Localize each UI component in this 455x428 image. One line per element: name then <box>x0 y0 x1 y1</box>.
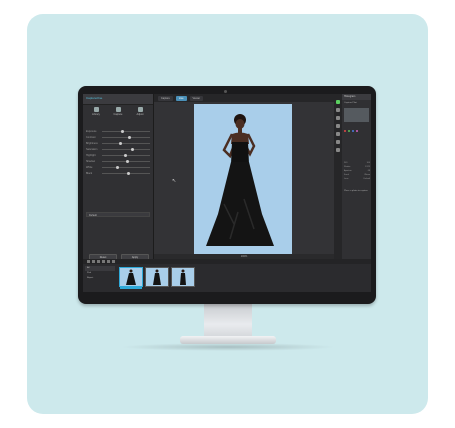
slider-track[interactable] <box>102 153 150 157</box>
webcam-dot <box>224 90 227 93</box>
slider-handle[interactable] <box>128 135 132 139</box>
slider-track[interactable] <box>102 135 150 139</box>
thumbnail-figure <box>153 269 161 285</box>
slider-track[interactable] <box>102 129 150 133</box>
tab-library[interactable]: Library <box>88 107 104 119</box>
thumbnail[interactable] <box>171 267 195 287</box>
monitor-shadow <box>120 343 336 351</box>
slider-track[interactable] <box>102 141 150 145</box>
slider-track[interactable] <box>102 159 150 163</box>
hand-icon[interactable] <box>336 140 340 144</box>
adjustment-sliders: Exposure Contrast Brightness Saturation … <box>86 128 150 176</box>
rotate-icon[interactable] <box>102 260 105 263</box>
slider-row[interactable]: Black <box>86 170 150 176</box>
preset-select[interactable]: Default <box>86 212 150 217</box>
filmstrip-sidebar: All Pick Reject <box>85 266 115 281</box>
mouse-cursor-icon: ↖ <box>172 178 177 184</box>
library-icon <box>93 107 99 112</box>
monitor-stand-base <box>180 336 276 344</box>
model-in-black-gown <box>206 114 274 246</box>
viewer-toolbar: Capture Live Viewer <box>154 94 334 102</box>
image-viewer[interactable]: ↖ <box>154 102 334 254</box>
thumbnail-figure <box>126 269 136 285</box>
adjust-icon <box>137 107 143 112</box>
tab-capture-view[interactable]: Capture <box>158 95 173 101</box>
star-icon[interactable] <box>107 260 110 263</box>
thumbnail[interactable] <box>119 267 143 289</box>
green-swatch-icon[interactable] <box>348 130 350 132</box>
slider-track[interactable] <box>102 171 150 175</box>
filmstrip: All Pick Reject <box>83 264 371 292</box>
picker-icon[interactable] <box>336 132 340 136</box>
slider-handle[interactable] <box>130 147 134 151</box>
zoom-icon[interactable] <box>336 148 340 152</box>
histogram-graph <box>344 108 369 122</box>
slider-handle[interactable] <box>126 159 129 163</box>
color-swatches <box>344 130 358 132</box>
thumbnail[interactable] <box>145 267 169 287</box>
magenta-swatch-icon[interactable] <box>356 130 358 132</box>
blue-swatch-icon[interactable] <box>352 130 354 132</box>
red-swatch-icon[interactable] <box>344 130 346 132</box>
tab-viewer[interactable]: Viewer <box>189 95 204 101</box>
slider-handle[interactable] <box>126 171 130 175</box>
grid-view-icon[interactable] <box>87 260 90 263</box>
thumbnail-figure <box>180 269 186 285</box>
histogram-header: Histogram <box>342 94 371 100</box>
monitor-stand-neck <box>204 304 252 338</box>
filter-reject[interactable]: Reject <box>85 276 115 281</box>
tab-capture[interactable]: Capture <box>110 107 126 119</box>
slider-handle[interactable] <box>116 165 120 169</box>
list-view-icon[interactable] <box>92 260 95 263</box>
capture-metadata: ISO 100 Shutter 1/125 Aperture f/8 Focal 85m… <box>344 162 370 182</box>
monitor: CaptureOne Library Capture Adjust Exposu… <box>78 86 376 304</box>
brush-icon[interactable] <box>336 116 340 120</box>
slider-handle[interactable] <box>123 153 127 157</box>
app-screen: CaptureOne Library Capture Adjust Exposu… <box>83 94 371 292</box>
camera-icon <box>115 107 121 112</box>
left-panel-tabs: Library Capture Adjust <box>85 106 151 120</box>
slider-track[interactable] <box>102 147 150 151</box>
meta-row: Lens Default <box>344 178 370 180</box>
slider-handle[interactable] <box>121 129 125 133</box>
sort-icon[interactable] <box>97 260 100 263</box>
left-panel-header: CaptureOne <box>83 94 153 105</box>
tab-live-view[interactable]: Live <box>175 95 187 101</box>
app-title: CaptureOne <box>86 96 103 100</box>
main-photo[interactable] <box>194 104 292 254</box>
crop-icon[interactable] <box>336 108 340 112</box>
tab-adjust[interactable]: Adjust <box>132 107 148 119</box>
slider-handle[interactable] <box>118 141 122 145</box>
active-tool-icon[interactable] <box>336 100 340 104</box>
slider-track[interactable] <box>102 165 150 169</box>
panel-subtitle: Capture Pilot <box>344 102 357 104</box>
tag-icon[interactable] <box>112 260 115 263</box>
panel-note: Place a photo to capture <box>344 190 368 192</box>
eraser-icon[interactable] <box>336 124 340 128</box>
